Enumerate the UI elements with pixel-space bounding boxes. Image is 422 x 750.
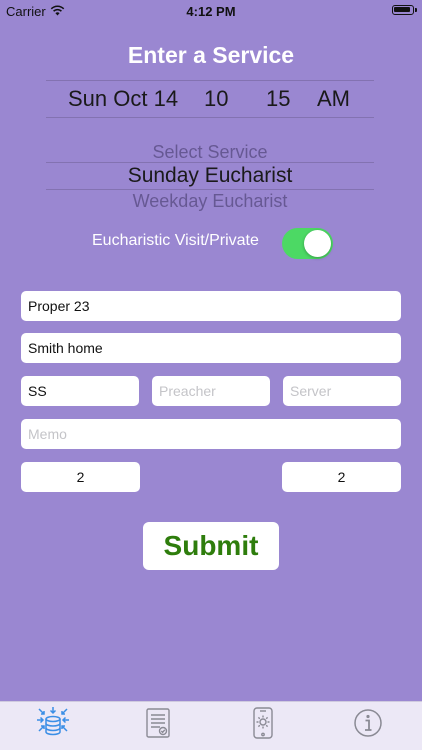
status-time: 4:12 PM (186, 4, 236, 19)
location-field[interactable]: Smith home (21, 333, 401, 363)
tab-info[interactable] (350, 706, 386, 740)
visit-toggle-switch[interactable] (282, 228, 333, 259)
picker-minute[interactable]: 15 (266, 86, 290, 112)
tab-bar (0, 701, 422, 750)
picker-divider-top (46, 162, 374, 163)
info-icon (350, 706, 386, 740)
picker-hour[interactable]: 10 (204, 86, 228, 112)
battery-icon (392, 5, 417, 15)
visit-toggle-label: Eucharistic Visit/Private (92, 232, 259, 249)
service-option-below[interactable]: Weekday Eucharist (46, 191, 374, 212)
picker-ampm[interactable]: AM (317, 86, 350, 112)
database-sync-icon (35, 706, 71, 740)
page-title: Enter a Service (127, 42, 295, 68)
proper-field[interactable]: Proper 23 (21, 291, 401, 321)
service-picker[interactable]: Select Service Sunday Eucharist Weekday … (46, 140, 374, 212)
visit-toggle-row: Eucharistic Visit/Private (92, 228, 342, 262)
celebrant-field[interactable]: SS (21, 376, 139, 406)
phone-settings-icon (245, 706, 281, 740)
preacher-field[interactable]: Preacher (152, 376, 270, 406)
submit-button[interactable]: Submit (143, 522, 279, 570)
status-bar: Carrier 4:12 PM (0, 0, 422, 22)
picker-date[interactable]: Sun Oct 14 (68, 86, 178, 112)
tab-records[interactable] (140, 706, 176, 740)
memo-field[interactable]: Memo (21, 419, 401, 449)
count-left-field[interactable]: 2 (21, 462, 140, 492)
checklist-document-icon (140, 706, 176, 740)
service-option-selected[interactable]: Sunday Eucharist (46, 164, 374, 188)
tab-database[interactable] (35, 706, 71, 740)
date-time-picker[interactable]: Sun Oct 14 10 15 AM (46, 80, 374, 118)
service-option-above[interactable]: Select Service (46, 142, 374, 163)
server-field[interactable]: Server (283, 376, 401, 406)
switch-knob (304, 230, 331, 257)
count-right-field[interactable]: 2 (282, 462, 401, 492)
tab-settings[interactable] (245, 706, 281, 740)
picker-divider-bottom (46, 189, 374, 190)
